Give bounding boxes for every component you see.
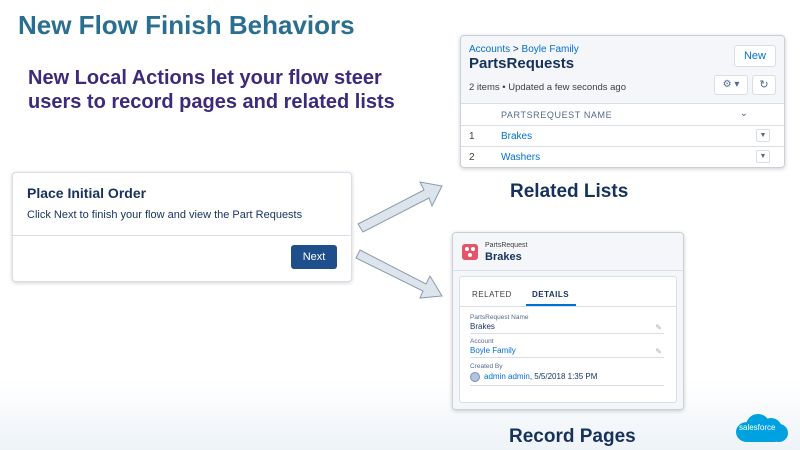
field-divider (470, 333, 664, 334)
record-object-label: PartsRequest (485, 242, 528, 249)
table-row: 2 Washers ▼ (461, 147, 784, 167)
row-number: 2 (469, 152, 475, 163)
next-button[interactable]: Next (291, 245, 337, 269)
related-list-header: Accounts > Boyle Family PartsRequests 2 … (461, 36, 784, 104)
field-label-created-by: Created By (470, 363, 503, 370)
user-avatar-icon (470, 372, 480, 382)
row-menu-icon[interactable]: ▼ (756, 129, 770, 142)
new-button[interactable]: New (734, 45, 776, 67)
related-list-title: PartsRequests (469, 55, 575, 72)
created-by-user-link[interactable]: admin admin (484, 372, 530, 381)
arrow-down-icon (355, 249, 443, 299)
row-number: 1 (469, 131, 475, 142)
field-divider (470, 357, 664, 358)
flow-footer-divider (13, 235, 351, 236)
field-label-name: PartsRequest Name (470, 314, 529, 321)
record-body: RELATED DETAILS PartsRequest Name Brakes… (453, 271, 683, 409)
record-pages-caption: Record Pages (509, 426, 636, 447)
edit-pencil-icon[interactable]: ✎ (655, 323, 662, 332)
row-name-link[interactable]: Washers (501, 152, 540, 163)
slide-title: New Flow Finish Behaviors (18, 10, 355, 40)
field-value-name: Brakes (470, 322, 495, 331)
field-divider (470, 385, 664, 386)
related-list-card: Accounts > Boyle Family PartsRequests 2 … (460, 35, 785, 168)
flow-screen-text: Click Next to finish your flow and view … (27, 209, 303, 221)
gear-icon[interactable]: ⚙ ▾ (714, 75, 748, 95)
field-label-account: Account (470, 338, 494, 345)
flow-screen-card: Place Initial Order Click Next to finish… (12, 172, 352, 282)
tab-related[interactable]: RELATED (472, 290, 512, 299)
breadcrumb-accounts-link[interactable]: Accounts (469, 44, 510, 55)
column-header: PARTSREQUEST NAME ⌄ (461, 104, 784, 126)
field-value-created-by: admin admin, 5/5/2018 1:35 PM (484, 372, 597, 381)
arrows-graphic (355, 181, 443, 299)
field-value-account-link[interactable]: Boyle Family (470, 346, 516, 355)
salesforce-logo-text: salesforce (739, 423, 776, 432)
column-header-name[interactable]: PARTSREQUEST NAME (501, 110, 612, 120)
arrow-up-icon (357, 181, 443, 233)
tab-details[interactable]: DETAILS (532, 290, 569, 299)
table-row: 1 Brakes ▼ (461, 126, 784, 147)
record-type-icon (462, 244, 478, 260)
flow-screen-title: Place Initial Order (27, 185, 147, 201)
breadcrumb-record-link[interactable]: Boyle Family (522, 44, 579, 55)
row-name-link[interactable]: Brakes (501, 131, 532, 142)
refresh-icon[interactable]: ↻ (752, 75, 776, 95)
record-header: PartsRequest Brakes (453, 233, 683, 271)
tabs-divider (460, 306, 676, 307)
chevron-down-icon[interactable]: ⌄ (740, 108, 748, 119)
breadcrumb: Accounts > Boyle Family (469, 44, 579, 55)
record-page-card: PartsRequest Brakes RELATED DETAILS Part… (452, 232, 684, 410)
created-by-date: , 5/5/2018 1:35 PM (529, 372, 598, 381)
slide-subtitle: New Local Actions let your flow steer us… (28, 67, 395, 113)
edit-pencil-icon[interactable]: ✎ (655, 347, 662, 356)
related-list-meta: 2 items • Updated a few seconds ago (469, 82, 627, 93)
row-menu-icon[interactable]: ▼ (756, 150, 770, 163)
salesforce-logo: salesforce (734, 412, 790, 444)
related-lists-caption: Related Lists (510, 181, 629, 202)
breadcrumb-separator: > (510, 44, 522, 55)
record-name: Brakes (485, 251, 522, 263)
record-detail-panel: RELATED DETAILS PartsRequest Name Brakes… (459, 276, 677, 403)
